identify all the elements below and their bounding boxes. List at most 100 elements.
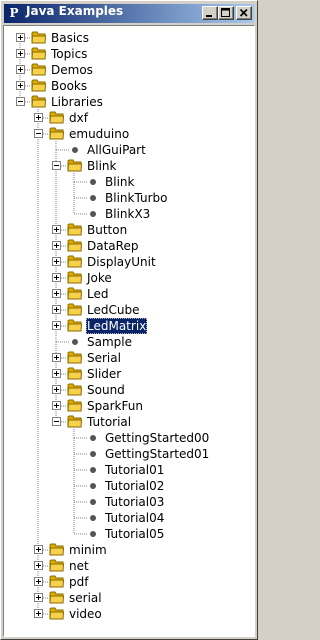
minimize-button[interactable] xyxy=(202,6,218,20)
tree-item-label: Joke xyxy=(87,271,112,285)
tree-folder-topics[interactable]: Topics xyxy=(4,46,254,62)
tree-folder-button[interactable]: Button xyxy=(4,222,254,238)
tree-item-label: Tutorial02 xyxy=(105,479,165,493)
tree-item-label: Slider xyxy=(87,367,122,381)
title-bar[interactable]: P Java Examples xyxy=(4,4,254,23)
tree-item-tutorial01[interactable]: Tutorial01 xyxy=(4,462,254,478)
tree-item-label: Tutorial01 xyxy=(105,463,165,477)
maximize-button[interactable] xyxy=(218,6,234,20)
expand-plus-icon[interactable] xyxy=(34,113,43,122)
tree-item-label: Sample xyxy=(87,335,132,349)
tree-folder-emuduino[interactable]: emuduino xyxy=(4,126,254,142)
expand-plus-icon[interactable] xyxy=(52,401,61,410)
tree-folder-ledcube[interactable]: LedCube xyxy=(4,302,254,318)
expand-plus-icon[interactable] xyxy=(52,321,61,330)
expand-plus-icon[interactable] xyxy=(52,241,61,250)
expand-plus-icon[interactable] xyxy=(52,305,61,314)
folder-icon xyxy=(31,78,47,93)
tree-folder-slider[interactable]: Slider xyxy=(4,366,254,382)
tree-folder-books[interactable]: Books xyxy=(4,78,254,94)
expand-plus-icon[interactable] xyxy=(52,289,61,298)
tree-item-tutorial04[interactable]: Tutorial04 xyxy=(4,510,254,526)
folder-icon xyxy=(31,30,47,45)
tree-folder-tutorial[interactable]: Tutorial xyxy=(4,414,254,430)
tree-item-sample[interactable]: Sample xyxy=(4,334,254,350)
tree-folder-led[interactable]: Led xyxy=(4,286,254,302)
tree-item-label: Tutorial04 xyxy=(105,511,165,525)
tree-item-label: dxf xyxy=(69,111,88,125)
tree-folder-basics[interactable]: Basics xyxy=(4,30,254,46)
expand-plus-icon[interactable] xyxy=(16,33,25,42)
expand-plus-icon[interactable] xyxy=(52,225,61,234)
tree-item-label: Sound xyxy=(87,383,125,397)
sketch-bullet-icon xyxy=(90,195,96,201)
tree-folder-ledmatrix[interactable]: LedMatrix xyxy=(4,318,254,334)
folder-icon xyxy=(49,110,65,125)
expand-plus-icon[interactable] xyxy=(34,609,43,618)
folder-icon xyxy=(67,254,83,269)
tree-folder-video[interactable]: video xyxy=(4,606,254,622)
expand-plus-icon[interactable] xyxy=(16,49,25,58)
tree-item-label: emuduino xyxy=(69,127,130,141)
folder-icon xyxy=(67,382,83,397)
collapse-minus-icon[interactable] xyxy=(52,161,61,170)
tree-item-blinkturbo[interactable]: BlinkTurbo xyxy=(4,190,254,206)
tree-item-label: Tutorial05 xyxy=(105,527,165,541)
tree-folder-joke[interactable]: Joke xyxy=(4,270,254,286)
tree-folder-dxf[interactable]: dxf xyxy=(4,110,254,126)
tree-item-blinkx3[interactable]: BlinkX3 xyxy=(4,206,254,222)
folder-icon xyxy=(67,222,83,237)
tree-item-tutorial05[interactable]: Tutorial05 xyxy=(4,526,254,542)
sketch-bullet-icon xyxy=(90,515,96,521)
tree-item-tutorial02[interactable]: Tutorial02 xyxy=(4,478,254,494)
expand-plus-icon[interactable] xyxy=(16,65,25,74)
folder-icon xyxy=(49,542,65,557)
expand-plus-icon[interactable] xyxy=(34,593,43,602)
tree-folder-displayunit[interactable]: DisplayUnit xyxy=(4,254,254,270)
tree-item-gettingstarted01[interactable]: GettingStarted01 xyxy=(4,446,254,462)
expand-plus-icon[interactable] xyxy=(16,81,25,90)
expand-plus-icon[interactable] xyxy=(52,385,61,394)
examples-tree[interactable]: Basics Topics Demos Books Libraries dxf emudui… xyxy=(3,25,255,637)
tree-folder-serial[interactable]: Serial xyxy=(4,350,254,366)
expand-plus-icon[interactable] xyxy=(34,577,43,586)
tree-folder-datarep[interactable]: DataRep xyxy=(4,238,254,254)
tree-folder-libraries[interactable]: Libraries xyxy=(4,94,254,110)
expand-plus-icon[interactable] xyxy=(34,545,43,554)
tree-folder-minim[interactable]: minim xyxy=(4,542,254,558)
expand-plus-icon[interactable] xyxy=(52,273,61,282)
collapse-minus-icon[interactable] xyxy=(16,97,25,106)
tree-folder-blink[interactable]: Blink xyxy=(4,158,254,174)
tree-item-gettingstarted00[interactable]: GettingStarted00 xyxy=(4,430,254,446)
tree-folder-serial[interactable]: serial xyxy=(4,590,254,606)
tree-item-label: Tutorial03 xyxy=(105,495,165,509)
sketch-bullet-icon xyxy=(90,451,96,457)
tree-folder-demos[interactable]: Demos xyxy=(4,62,254,78)
tree-folder-sound[interactable]: Sound xyxy=(4,382,254,398)
tree-item-allguipart[interactable]: AllGuiPart xyxy=(4,142,254,158)
tree-folder-sparkfun[interactable]: SparkFun xyxy=(4,398,254,414)
sketch-bullet-icon xyxy=(90,467,96,473)
folder-icon xyxy=(49,606,65,621)
folder-open-icon xyxy=(31,94,47,109)
expand-plus-icon[interactable] xyxy=(52,369,61,378)
tree-item-label: SparkFun xyxy=(87,399,143,413)
folder-icon xyxy=(67,318,83,333)
tree-folder-net[interactable]: net xyxy=(4,558,254,574)
expand-plus-icon[interactable] xyxy=(34,561,43,570)
tree-item-label: Blink xyxy=(105,175,135,189)
collapse-minus-icon[interactable] xyxy=(34,129,43,138)
tree-item-tutorial03[interactable]: Tutorial03 xyxy=(4,494,254,510)
collapse-minus-icon[interactable] xyxy=(52,417,61,426)
tree-item-label: DataRep xyxy=(87,239,139,253)
expand-plus-icon[interactable] xyxy=(52,353,61,362)
tree-item-label: Button xyxy=(87,223,128,237)
tree-item-label: Basics xyxy=(51,31,90,45)
tree-item-label: Demos xyxy=(51,63,93,77)
tree-item-blink[interactable]: Blink xyxy=(4,174,254,190)
folder-open-icon xyxy=(67,158,83,173)
maximize-icon xyxy=(221,8,230,17)
expand-plus-icon[interactable] xyxy=(52,257,61,266)
tree-folder-pdf[interactable]: pdf xyxy=(4,574,254,590)
close-button[interactable] xyxy=(236,6,252,20)
